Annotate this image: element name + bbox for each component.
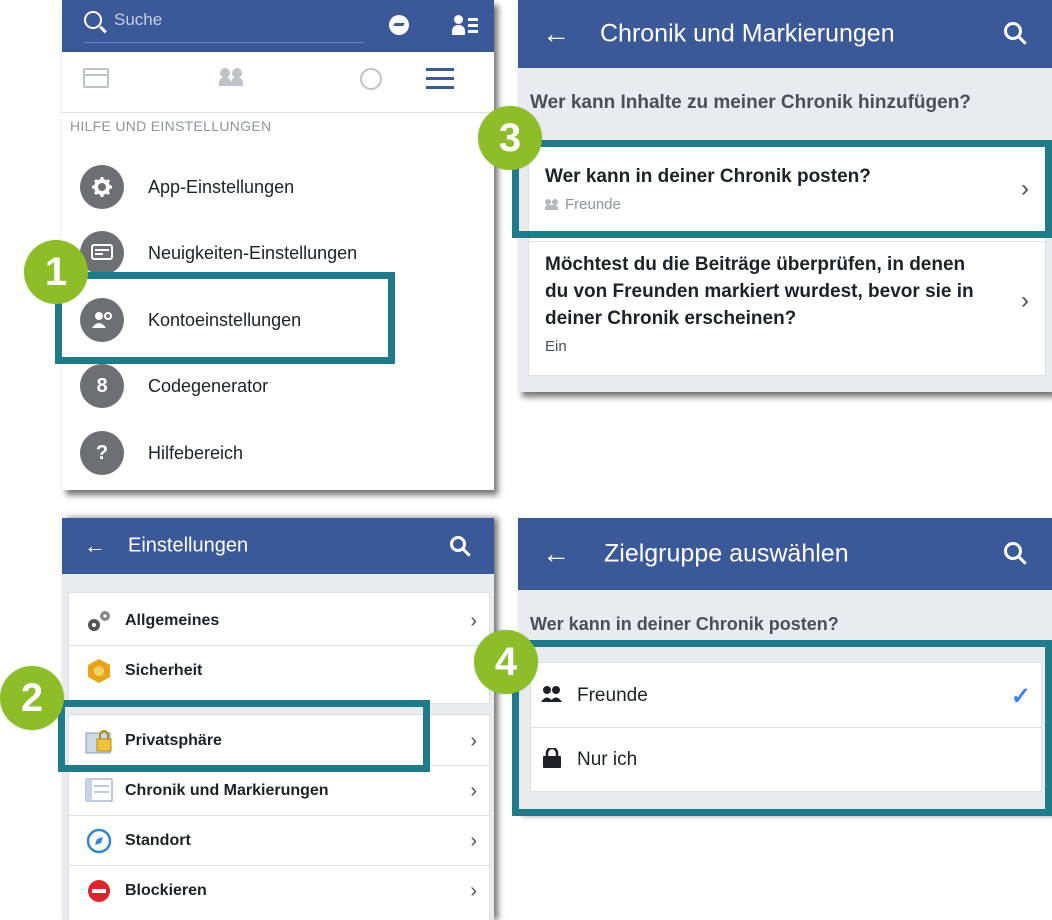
chevron-right-icon: › — [470, 729, 477, 752]
row-subtitle: Ein — [545, 338, 567, 355]
menu-item-label: Neuigkeiten-Einstellungen — [148, 242, 358, 263]
row-label: Standort — [125, 832, 191, 849]
help-icon: ? — [80, 431, 124, 475]
chevron-right-icon: › — [1021, 287, 1029, 314]
block-icon — [85, 877, 113, 905]
divider — [529, 241, 1045, 242]
gear-icon — [80, 165, 124, 209]
back-arrow-icon[interactable]: ← — [84, 533, 106, 559]
top-bar: ← Zielgruppe auswählen — [518, 518, 1052, 590]
messenger-icon[interactable] — [389, 15, 409, 35]
compass-icon — [85, 827, 113, 855]
search-underline — [84, 42, 364, 43]
search-icon[interactable] — [1004, 542, 1022, 560]
search-placeholder: Suche — [114, 10, 163, 29]
highlight-frame-2 — [58, 700, 430, 772]
top-bar: ← Chronik und Markierungen — [518, 0, 1052, 68]
step-badge-2: 2 — [0, 666, 64, 730]
nav-tabs — [62, 52, 494, 113]
menu-item-news-settings[interactable]: Neuigkeiten-Einstellungen — [80, 228, 357, 278]
top-bar: ← Einstellungen — [62, 518, 494, 574]
search-field[interactable]: Suche — [84, 10, 162, 30]
menu-item-label: App-Einstellungen — [148, 176, 295, 197]
settings-row-timeline-tagging[interactable]: Chronik und Markierungen › — [69, 767, 489, 816]
menu-item-code-generator[interactable]: 8 Codegenerator — [80, 361, 268, 411]
page-title: Zielgruppe auswählen — [604, 539, 849, 568]
menu-item-label: Codegenerator — [148, 375, 269, 396]
section-title: HILFE UND EINSTELLUNGEN — [70, 118, 272, 134]
back-arrow-icon[interactable]: ← — [542, 18, 570, 50]
chevron-right-icon: › — [470, 609, 477, 632]
lock-icon: 8 — [80, 364, 124, 408]
menu-icon[interactable] — [426, 68, 454, 95]
settings-row-general[interactable]: Allgemeines › — [69, 597, 489, 646]
friends-icon[interactable] — [219, 68, 248, 88]
step-badge-3: 3 — [478, 106, 542, 170]
highlight-frame-1 — [55, 272, 395, 364]
row-review-tags[interactable]: Möchtest du die Beiträge überprüfen, in … — [545, 251, 993, 355]
news-feed-icon[interactable] — [83, 68, 109, 88]
timeline-icon — [85, 777, 113, 805]
back-arrow-icon[interactable]: ← — [542, 538, 570, 570]
highlight-frame-4 — [512, 640, 1052, 816]
search-icon[interactable] — [1004, 22, 1022, 40]
friend-requests-icon[interactable] — [452, 15, 478, 37]
section-question: Wer kann in deiner Chronik posten? — [530, 614, 839, 634]
row-label: Chronik und Markierungen — [125, 782, 329, 799]
section-question: Wer kann Inhalte zu meiner Chronik hinzu… — [530, 92, 971, 113]
shield-badge-icon — [85, 657, 113, 685]
search-icon[interactable] — [450, 536, 466, 552]
settings-row-location[interactable]: Standort › — [69, 817, 489, 866]
top-bar: Suche — [62, 0, 494, 52]
menu-item-help-center[interactable]: ? Hilfebereich — [80, 428, 243, 478]
row-label: Sicherheit — [125, 662, 203, 679]
main-menu-panel: Suche HILFE UND EINSTELLUNGEN App-Einste… — [62, 0, 494, 490]
step-badge-4: 4 — [474, 630, 538, 694]
row-title: Möchtest du die Beiträge überprüfen, in … — [545, 254, 974, 329]
menu-item-label: Hilfebereich — [148, 442, 244, 463]
chevron-right-icon: › — [470, 829, 477, 852]
chevron-right-icon: › — [470, 779, 477, 802]
settings-row-security[interactable]: Sicherheit — [69, 647, 489, 695]
row-label: Blockieren — [125, 882, 207, 899]
gears-icon — [85, 607, 113, 635]
row-label: Allgemeines — [125, 612, 220, 629]
page-title: Chronik und Markierungen — [600, 19, 895, 48]
search-icon — [84, 11, 102, 29]
chevron-right-icon: › — [470, 879, 477, 902]
settings-row-blocking[interactable]: Blockieren › — [69, 867, 489, 915]
menu-item-app-settings[interactable]: App-Einstellungen — [80, 162, 294, 212]
step-badge-1: 1 — [24, 240, 88, 304]
highlight-frame-3 — [512, 140, 1052, 238]
page-title: Einstellungen — [128, 534, 249, 557]
globe-icon[interactable] — [360, 68, 382, 90]
settings-group-1: Allgemeines › Sicherheit — [68, 592, 490, 704]
